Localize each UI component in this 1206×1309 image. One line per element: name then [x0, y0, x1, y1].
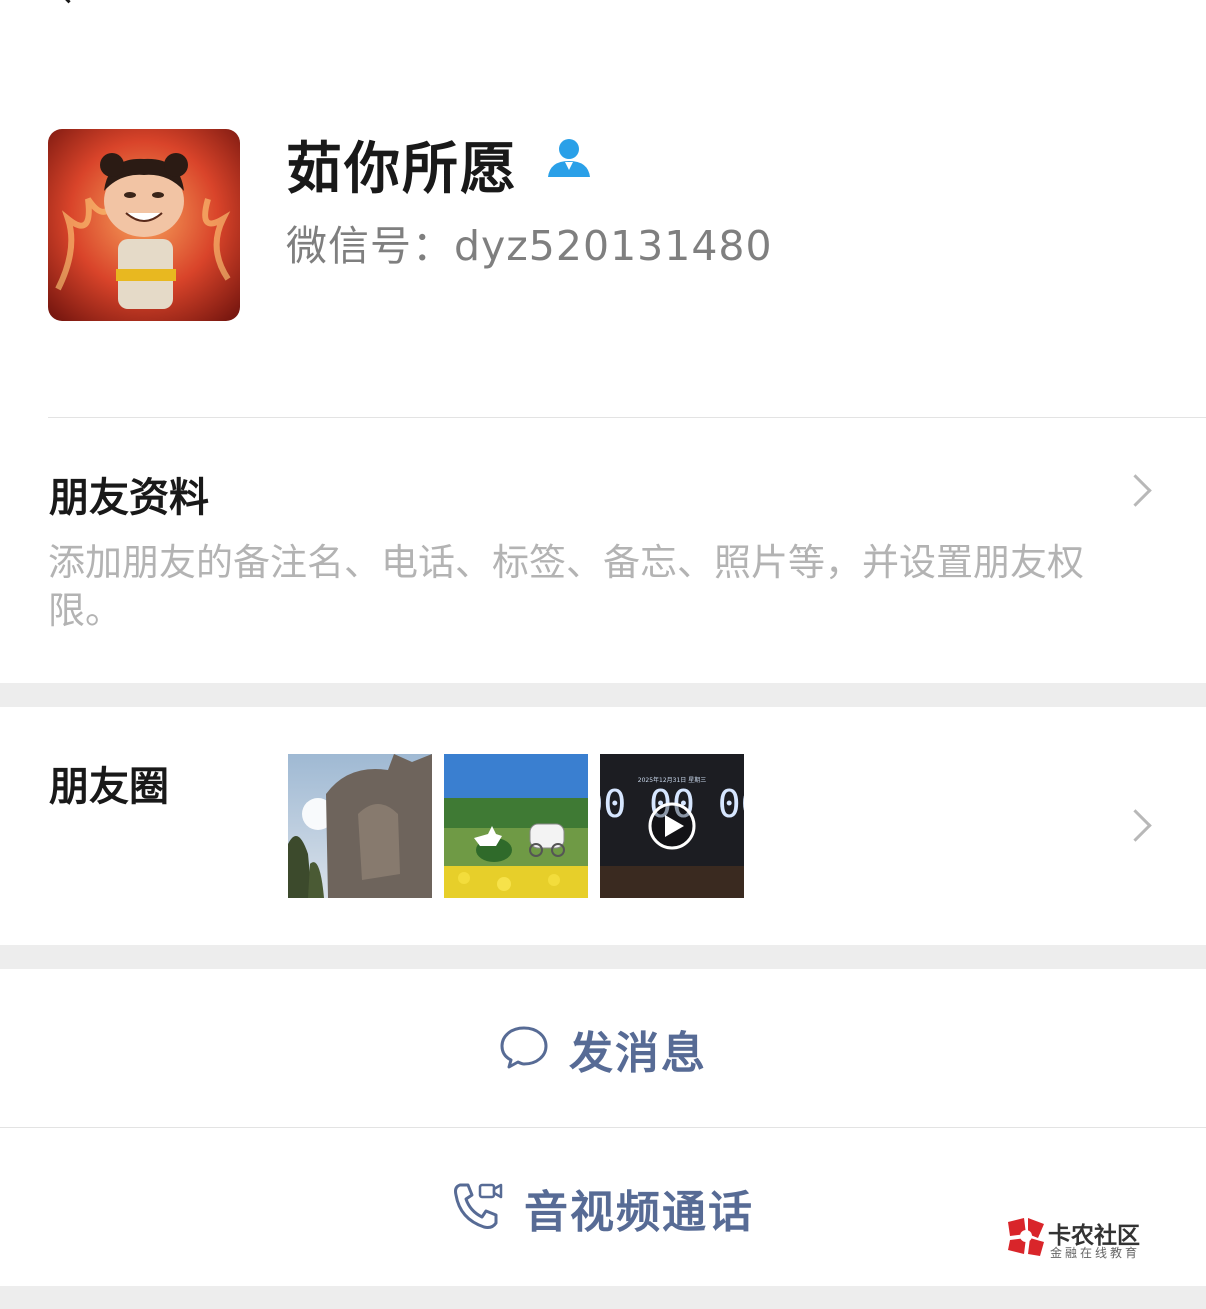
- moments-thumbnail-carriage[interactable]: [444, 754, 588, 898]
- kanong-logo-icon: [1008, 1218, 1044, 1256]
- friend-info-title: 朋友资料: [49, 475, 209, 521]
- section-gap: [0, 683, 1206, 707]
- divider: [48, 417, 1206, 418]
- moments-title: 朋友圈: [49, 764, 169, 810]
- bottom-gap: [0, 1286, 1206, 1309]
- section-gap: [0, 945, 1206, 969]
- divider: [0, 1127, 1206, 1128]
- watermark-logo: 卡农社区 金融在线教育: [1004, 1214, 1154, 1264]
- moments-thumbnail-countdown-video[interactable]: 2025年12月31日 星期三 00 00 00: [600, 754, 744, 898]
- wechat-id: 微信号：dyz520131480: [286, 222, 773, 270]
- chat-bubble-icon: [499, 1024, 549, 1074]
- watermark-subtitle: 金融在线教育: [1050, 1246, 1141, 1260]
- friend-info-description: 添加朋友的备注名、电话、标签、备忘、照片等，并设置朋友权限。: [48, 541, 1084, 632]
- video-call-label: 音视频通话: [524, 1186, 754, 1238]
- chevron-right-icon: [1119, 809, 1152, 842]
- chevron-right-icon: [1119, 474, 1152, 507]
- contact-name: 茹你所愿: [286, 137, 518, 202]
- person-icon: [546, 137, 592, 179]
- back-chevron-icon[interactable]: [53, 0, 84, 4]
- phone-video-icon: [452, 1181, 504, 1235]
- send-message-label: 发消息: [569, 1027, 707, 1079]
- avatar[interactable]: [48, 129, 240, 321]
- send-message-button[interactable]: 发消息: [0, 970, 1206, 1127]
- moments-thumbnail-rock-sculpture[interactable]: [288, 754, 432, 898]
